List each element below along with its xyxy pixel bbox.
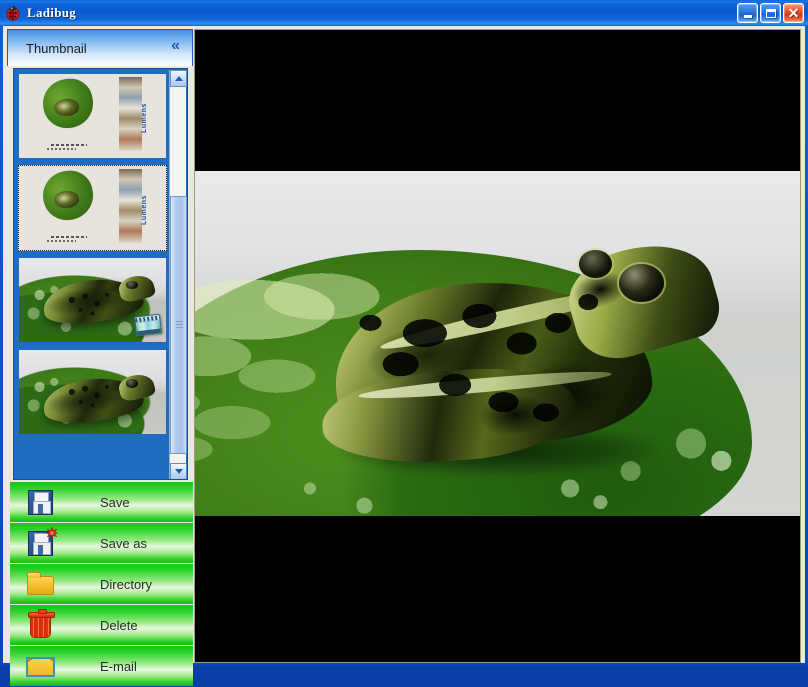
- save-as-button-label: Save as: [100, 535, 147, 551]
- caption-button-group: ✕: [737, 3, 804, 23]
- frog-spots-graphic: [19, 350, 166, 434]
- brand-text: Lumens: [141, 102, 149, 133]
- save-button[interactable]: Save: [10, 482, 193, 522]
- delete-button-label: Delete: [100, 617, 138, 633]
- scroll-down-button[interactable]: [170, 463, 187, 479]
- list-item[interactable]: [18, 349, 167, 435]
- scroll-up-button[interactable]: [170, 70, 187, 87]
- maximize-button[interactable]: [760, 3, 781, 23]
- thumbnail-strip: Lumens Lumens: [16, 71, 169, 479]
- frog-spots-graphic: [195, 171, 800, 516]
- caption-line: [51, 236, 87, 239]
- window-title: Ladibug: [27, 5, 77, 20]
- save-button-label: Save: [100, 494, 130, 510]
- thumbnail-image: Lumens: [19, 74, 166, 158]
- envelope-icon: [24, 651, 58, 681]
- floppy-disk-icon: [24, 487, 58, 517]
- thumbnail-image: Lumens: [19, 166, 166, 250]
- thumbnail-list[interactable]: Lumens Lumens: [13, 68, 188, 480]
- photo-column-graphic: [118, 77, 143, 152]
- trash-can-icon: [24, 609, 58, 640]
- image-preview-area[interactable]: [194, 29, 801, 663]
- chevron-up-icon: [174, 76, 183, 81]
- close-icon: ✕: [787, 5, 800, 21]
- scrollbar-thumb[interactable]: [170, 196, 187, 454]
- collapse-chevron-icon[interactable]: «: [171, 38, 180, 54]
- client-area: Thumbnail « Lumens Lumens Save Save as D…: [3, 26, 805, 686]
- caption-line: [46, 240, 77, 243]
- save-as-button[interactable]: Save as: [10, 523, 193, 563]
- email-button[interactable]: E-mail: [10, 646, 193, 686]
- minimize-button[interactable]: [737, 3, 758, 23]
- video-badge-icon: [133, 313, 163, 337]
- action-button-group: Save Save as Directory Delete E-mail: [10, 482, 193, 687]
- title-bar[interactable]: Ladibug ✕: [0, 0, 808, 26]
- directory-button-label: Directory: [100, 576, 153, 592]
- thumbnail-sidebar: Thumbnail « Lumens Lumens Save Save as D…: [7, 29, 193, 686]
- floppy-disk-star-icon: [24, 527, 58, 558]
- chevron-down-icon: [174, 469, 183, 474]
- folder-icon: [24, 569, 58, 599]
- preview-photo: [195, 171, 800, 516]
- email-button-label: E-mail: [100, 658, 137, 674]
- scrollbar-grip-icon: [176, 321, 183, 329]
- list-item[interactable]: Lumens: [16, 71, 169, 161]
- thumbnail-panel-title: Thumbnail: [26, 40, 87, 56]
- list-item[interactable]: Lumens: [18, 165, 167, 251]
- caption-line: [51, 144, 87, 147]
- delete-button[interactable]: Delete: [10, 605, 193, 645]
- brand-text: Lumens: [141, 194, 149, 225]
- list-item[interactable]: [18, 257, 167, 343]
- star-badge-icon: [46, 527, 58, 539]
- maximize-icon: [765, 8, 776, 18]
- thumbnail-scrollbar[interactable]: [169, 70, 187, 479]
- minimize-icon: [743, 14, 752, 18]
- photo-column-graphic: [118, 169, 143, 244]
- directory-button[interactable]: Directory: [10, 564, 193, 604]
- thumbnail-panel-header: Thumbnail «: [7, 29, 193, 66]
- caption-line: [46, 148, 77, 151]
- close-button[interactable]: ✕: [783, 3, 804, 23]
- ladybug-icon: [5, 5, 21, 21]
- application-window: Ladibug ✕ Thumbnail « Lumens Lumens Save…: [0, 0, 808, 686]
- thumbnail-image: [19, 350, 166, 434]
